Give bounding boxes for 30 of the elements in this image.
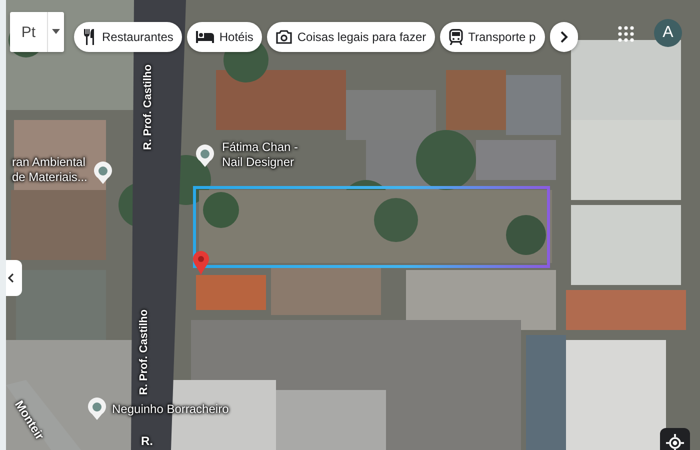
category-chip[interactable]: Transporte p xyxy=(440,22,545,52)
building-roof xyxy=(506,75,561,135)
train-icon xyxy=(449,29,464,45)
my-location-button[interactable] xyxy=(660,428,690,450)
category-chip[interactable]: Restaurantes xyxy=(74,22,182,52)
street-label: R. xyxy=(141,434,153,448)
chevron-left-icon xyxy=(8,273,14,283)
side-panel-toggle[interactable] xyxy=(6,260,22,296)
building-roof xyxy=(196,275,266,310)
location-pin-icon xyxy=(192,250,210,276)
chevron-right-icon xyxy=(560,31,568,43)
category-chip[interactable]: Hotéis xyxy=(187,22,262,52)
category-chip[interactable]: Coisas legais para fazer xyxy=(267,22,436,52)
place-label[interactable]: Fátima Chan - Nail Designer xyxy=(222,140,298,170)
tree-canopy xyxy=(506,215,546,255)
location-target-icon xyxy=(666,434,684,450)
tree-canopy xyxy=(203,192,239,228)
apps-grid-icon[interactable] xyxy=(618,26,634,42)
camera-icon xyxy=(276,30,292,44)
place-pin-icon[interactable] xyxy=(195,144,215,168)
map-type-button[interactable]: Pt xyxy=(10,12,64,52)
place-pin-icon[interactable] xyxy=(93,161,113,185)
street-label: R. Prof. Castilho xyxy=(138,309,150,395)
bed-icon xyxy=(196,31,214,43)
fork-knife-icon xyxy=(83,29,97,45)
place-pin-icon[interactable] xyxy=(87,397,107,421)
tree-canopy xyxy=(374,198,418,242)
building-roof xyxy=(446,70,506,130)
tree-canopy xyxy=(416,130,476,190)
street-label: R. Prof. Castilho xyxy=(142,64,154,150)
